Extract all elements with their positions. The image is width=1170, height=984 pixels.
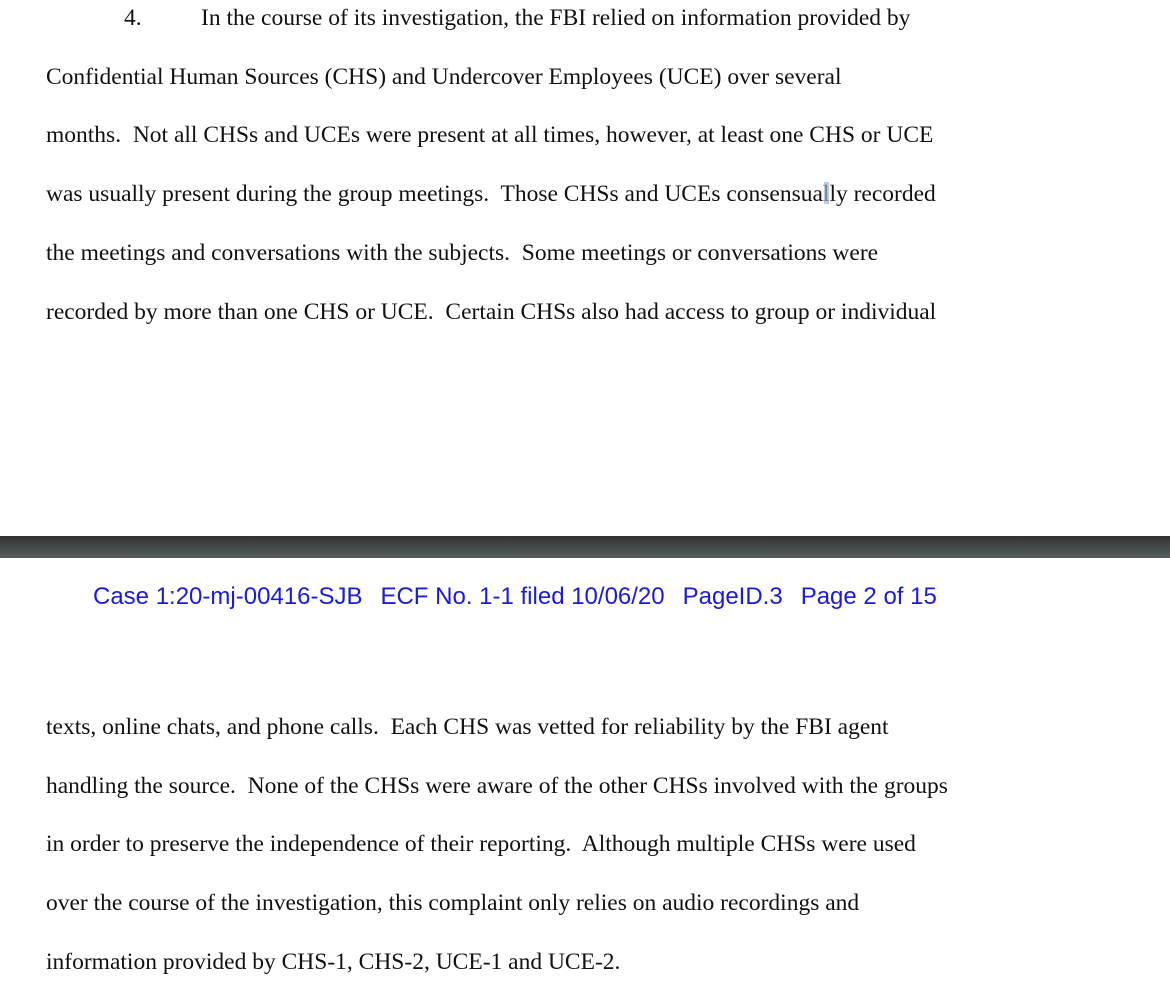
document-page-2 [0,558,1170,984]
ecf-header-stamp: Case 1:20-mj-00416-SJB ECF No. 1-1 filed … [93,583,955,611]
text-line: Confidential Human Sources (CHS) and Und… [46,64,842,90]
text-segment: was usually present during the group mee… [46,181,830,207]
case-number: Case 1:20-mj-00416-SJB [93,583,363,610]
text-segment: ly recorded [829,181,936,207]
text-line: the meetings and conversations with the … [46,240,879,266]
document-page-1: 4. In the course of its investigation, t… [0,0,1170,536]
text-line: information provided by CHS-1, CHS-2, UC… [46,949,621,975]
page-separator [0,536,1170,558]
text-cursor-highlight [824,182,830,204]
text-line: handling the source. None of the CHSs we… [46,773,948,799]
text-line: recorded by more than one CHS or UCE. Ce… [46,299,937,325]
text-line: was usually present during the group mee… [46,180,936,208]
text-line: months. Not all CHSs and UCEs were prese… [46,122,934,148]
text-line: texts, online chats, and phone calls. Ea… [46,714,889,740]
text-line: In the course of its investigation, the … [201,5,911,31]
paragraph-number: 4. [124,5,142,31]
text-line: over the course of the investigation, th… [46,890,860,916]
text-line: in order to preserve the independence of… [46,831,916,857]
ecf-filing: ECF No. 1-1 filed 10/06/20 [380,583,665,610]
page-count: Page 2 of 15 [800,583,937,610]
page-id: PageID.3 [682,583,783,610]
